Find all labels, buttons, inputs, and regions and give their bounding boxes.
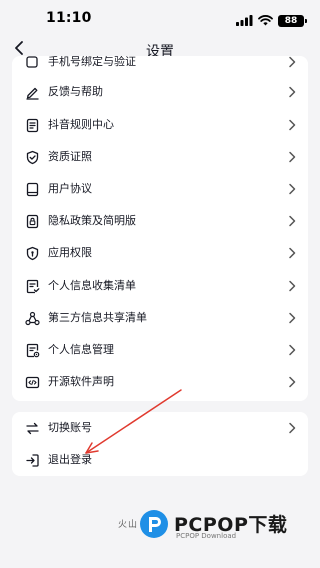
list-item-open-source[interactable]: 开源软件声明 <box>12 366 308 398</box>
status-bar: 11:10 88 <box>0 0 320 34</box>
watermark: 火山 PCPOP下载 PCPOP Download <box>118 508 308 548</box>
list-item-label: 抖音规则中心 <box>48 118 114 131</box>
share-nodes-icon <box>24 310 40 326</box>
list-item-label: 第三方信息共享清单 <box>48 311 147 324</box>
list-item-phone-binding[interactable]: 手机号绑定与验证 <box>12 56 308 78</box>
list-item-user-agreement[interactable]: 用户协议 <box>12 173 308 205</box>
document-list-icon <box>24 117 40 133</box>
list-item-app-permissions[interactable]: 应用权限 <box>12 237 308 269</box>
status-time: 11:10 <box>46 10 92 26</box>
chevron-right-icon <box>289 183 296 195</box>
list-item-label: 用户协议 <box>48 182 92 195</box>
list-item-feedback-help[interactable]: 反馈与帮助 <box>12 76 308 108</box>
logout-button[interactable]: 退出登录 <box>12 444 308 476</box>
profile-settings-icon <box>24 342 40 358</box>
wifi-icon <box>258 11 273 30</box>
lock-icon <box>24 213 40 229</box>
list-item-label: 反馈与帮助 <box>48 85 103 98</box>
battery-icon: 88 <box>278 14 307 27</box>
list-item-qualifications[interactable]: 资质证照 <box>12 141 308 173</box>
watermark-sub: PCPOP Download <box>176 532 237 540</box>
book-icon <box>24 181 40 197</box>
list-item-privacy-policy[interactable]: 隐私政策及简明版 <box>12 205 308 237</box>
chevron-right-icon <box>289 56 296 68</box>
list-item-label: 个人信息管理 <box>48 343 114 356</box>
list-item-info-management[interactable]: 个人信息管理 <box>12 334 308 366</box>
chevron-right-icon <box>289 344 296 356</box>
switch-account-button[interactable]: 切换账号 <box>12 412 308 444</box>
list-item-label: 应用权限 <box>48 246 92 259</box>
chevron-right-icon <box>289 312 296 324</box>
shield-check-icon <box>24 149 40 165</box>
chevron-right-icon <box>289 151 296 163</box>
settings-list-card: 手机号绑定与验证 反馈与帮助 抖音规则中心 资质证照 用户协议 隐私政策及简明版… <box>12 56 308 401</box>
pcpop-logo-icon <box>140 510 168 538</box>
footer-text: 火山 <box>118 520 139 530</box>
cellular-signal-icon <box>236 11 253 30</box>
chevron-right-icon <box>289 376 296 388</box>
logout-icon <box>24 452 40 468</box>
code-icon <box>24 374 40 390</box>
list-item-label: 资质证照 <box>48 150 92 163</box>
chevron-right-icon <box>289 422 296 434</box>
shield-lock-icon <box>24 245 40 261</box>
chevron-right-icon <box>289 86 296 98</box>
pencil-icon <box>24 84 40 100</box>
chevron-right-icon <box>289 280 296 292</box>
checklist-icon <box>24 278 40 294</box>
account-card: 切换账号 退出登录 <box>12 412 308 476</box>
list-item-label: 退出登录 <box>48 453 92 466</box>
link-icon <box>24 56 40 70</box>
chevron-right-icon <box>289 215 296 227</box>
status-icons: 88 <box>236 11 307 30</box>
list-item-label: 隐私政策及简明版 <box>48 214 136 227</box>
list-item-label: 切换账号 <box>48 421 92 434</box>
list-item-info-collection[interactable]: 个人信息收集清单 <box>12 270 308 302</box>
list-item-label: 个人信息收集清单 <box>48 279 136 292</box>
chevron-right-icon <box>289 247 296 259</box>
chevron-right-icon <box>289 119 296 131</box>
list-item-label: 开源软件声明 <box>48 375 114 388</box>
list-item-third-party-sharing[interactable]: 第三方信息共享清单 <box>12 302 308 334</box>
swap-icon <box>24 420 40 436</box>
list-item-label: 手机号绑定与验证 <box>48 56 136 68</box>
list-item-rules-center[interactable]: 抖音规则中心 <box>12 109 308 141</box>
